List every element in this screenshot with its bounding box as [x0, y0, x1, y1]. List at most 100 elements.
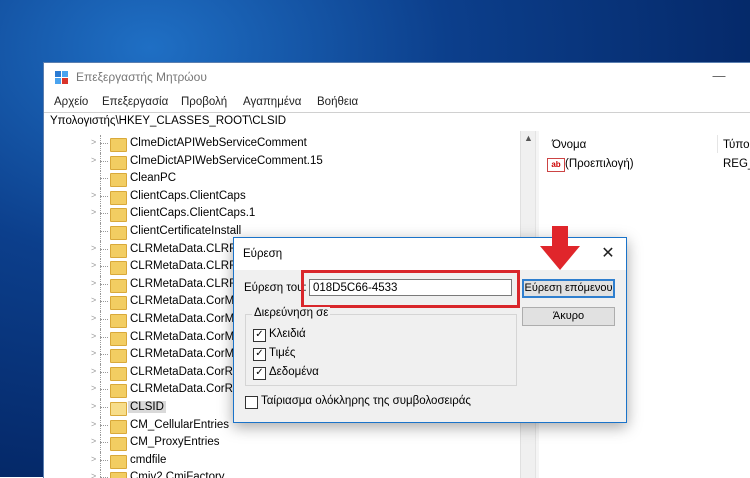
- column-header-type[interactable]: Τύπος: [723, 139, 750, 151]
- chevron-right-icon[interactable]: >: [91, 419, 96, 429]
- tree-connector: [100, 434, 101, 453]
- tree-connector: [100, 354, 108, 356]
- tree-connector: [100, 424, 108, 426]
- minimize-button[interactable]: —: [709, 68, 729, 88]
- folder-icon: [110, 437, 127, 452]
- tree-item-label: CLSID: [128, 401, 166, 413]
- keys-checkbox[interactable]: ✓: [253, 329, 266, 342]
- tree-connector: [100, 231, 108, 232]
- tree-connector: [100, 381, 101, 400]
- tree-connector: [100, 442, 108, 444]
- chevron-right-icon[interactable]: >: [91, 436, 96, 446]
- chevron-right-icon[interactable]: >: [91, 155, 96, 165]
- tree-connector: [100, 416, 101, 435]
- red-highlight-box: [301, 270, 520, 308]
- look-at-legend: Διερεύνηση σε: [252, 307, 331, 319]
- tree-item-label: CLRMetaData.CorMe: [130, 295, 241, 308]
- chevron-right-icon[interactable]: >: [91, 260, 96, 270]
- chevron-right-icon[interactable]: >: [91, 278, 96, 288]
- tree-item[interactable]: > ClmeDictAPIWebServiceComment.15: [44, 152, 524, 171]
- tree-item-label: ClmeDictAPIWebServiceComment.15: [130, 154, 323, 167]
- values-checkbox[interactable]: ✓: [253, 348, 266, 361]
- tree-connector: [100, 152, 101, 171]
- tree-connector: [100, 143, 108, 144]
- folder-icon: [110, 472, 127, 478]
- tree-connector: [100, 275, 101, 294]
- chevron-right-icon[interactable]: >: [91, 313, 96, 323]
- chevron-right-icon[interactable]: >: [91, 471, 96, 478]
- tree-connector: [100, 311, 101, 329]
- tree-connector: [100, 389, 108, 391]
- folder-icon: [110, 296, 127, 311]
- folder-icon: [110, 138, 127, 152]
- column-header-name[interactable]: Όνομα: [552, 139, 586, 151]
- chevron-right-icon[interactable]: >: [91, 137, 96, 147]
- tree-item[interactable]: > cmdfile: [44, 451, 524, 470]
- address-path: Υπολογιστής\HKEY_CLASSES_ROOT\CLSID: [50, 115, 287, 127]
- tree-connector: [100, 319, 108, 320]
- find-next-button[interactable]: Εύρεση επόμενου: [522, 279, 615, 298]
- tree-connector: [100, 266, 108, 268]
- chevron-right-icon[interactable]: >: [91, 190, 96, 200]
- data-checkbox[interactable]: ✓: [253, 367, 266, 380]
- cancel-button[interactable]: Άκυρο: [522, 307, 615, 326]
- menu-view[interactable]: Προβολή: [181, 96, 227, 108]
- tree-item-label: ClientCaps.ClientCaps.1: [130, 207, 256, 220]
- tree-item-label: CLRMetaData.CLRRu: [130, 260, 244, 273]
- folder-icon: [110, 261, 127, 276]
- tree-item[interactable]: > ClientCaps.ClientCaps: [44, 187, 524, 206]
- tree-item[interactable]: > CM_ProxyEntries: [44, 434, 524, 453]
- dialog-title: Εύρεση: [243, 248, 283, 260]
- tree-item-label: CM_CellularEntries: [130, 418, 230, 431]
- close-icon[interactable]: ✕: [596, 243, 620, 265]
- folder-icon: [110, 173, 127, 188]
- title-bar: Επεξεργαστής Μητρώου —: [44, 63, 750, 93]
- tree-item[interactable]: > ClientCaps.ClientCaps.1: [44, 205, 524, 224]
- folder-icon: [110, 366, 127, 381]
- chevron-right-icon[interactable]: >: [91, 243, 96, 253]
- chevron-right-icon[interactable]: >: [91, 401, 96, 411]
- tree-connector: [100, 336, 108, 338]
- tree-item-label: CLRMetaData.CLRRu: [130, 242, 244, 255]
- tree-item[interactable]: > ClmeDictAPIWebServiceComment: [44, 135, 524, 153]
- folder-icon: [110, 155, 127, 170]
- menu-favorites[interactable]: Αγαπημένα: [243, 96, 301, 108]
- chevron-right-icon[interactable]: >: [91, 366, 96, 376]
- tree-item-label: CLRMetaData.CorRu: [130, 383, 240, 396]
- tree-connector: [100, 213, 108, 215]
- chevron-right-icon[interactable]: >: [91, 207, 96, 217]
- tree-connector: [100, 328, 101, 347]
- tree-item-label: cmdfile: [130, 453, 167, 466]
- address-bar[interactable]: Υπολογιστής\HKEY_CLASSES_ROOT\CLSID: [44, 112, 750, 132]
- chevron-right-icon[interactable]: >: [91, 454, 96, 464]
- value-type: REG_S: [723, 158, 750, 170]
- tree-connector: [100, 240, 101, 259]
- menu-file[interactable]: Αρχείο: [54, 96, 88, 108]
- match-whole-string-checkbox[interactable]: [245, 396, 258, 409]
- window-title: Επεξεργαστής Μητρώου: [76, 70, 207, 84]
- tree-item[interactable]: CleanPC: [44, 170, 524, 189]
- chevron-right-icon[interactable]: >: [91, 331, 96, 341]
- tree-item-label: CLRMetaData.CorMe: [130, 330, 241, 343]
- value-name[interactable]: (Προεπιλογή): [565, 158, 634, 170]
- scroll-up-icon[interactable]: ▲: [524, 133, 533, 143]
- tree-connector: [100, 223, 101, 241]
- find-what-label: Εύρεση του:: [244, 282, 307, 294]
- column-separator[interactable]: [717, 135, 718, 153]
- menu-edit[interactable]: Επεξεργασία: [102, 96, 168, 108]
- chevron-right-icon[interactable]: >: [91, 383, 96, 393]
- folder-icon: [110, 314, 127, 328]
- chevron-right-icon[interactable]: >: [91, 348, 96, 358]
- tree-connector: [100, 459, 108, 461]
- folder-icon: [110, 190, 127, 205]
- tree-connector: [100, 187, 101, 206]
- tree-item-label: CleanPC: [130, 172, 177, 185]
- tree-item-label: CLRMetaData.CorMe: [130, 348, 241, 361]
- tree-connector: [100, 205, 101, 224]
- chevron-right-icon[interactable]: >: [91, 295, 96, 305]
- menu-help[interactable]: Βοήθεια: [317, 96, 358, 108]
- tree-connector: [100, 248, 108, 250]
- folder-icon: [110, 349, 127, 364]
- tree-connector: [100, 283, 108, 285]
- tree-item-label: CM_ProxyEntries: [130, 436, 220, 449]
